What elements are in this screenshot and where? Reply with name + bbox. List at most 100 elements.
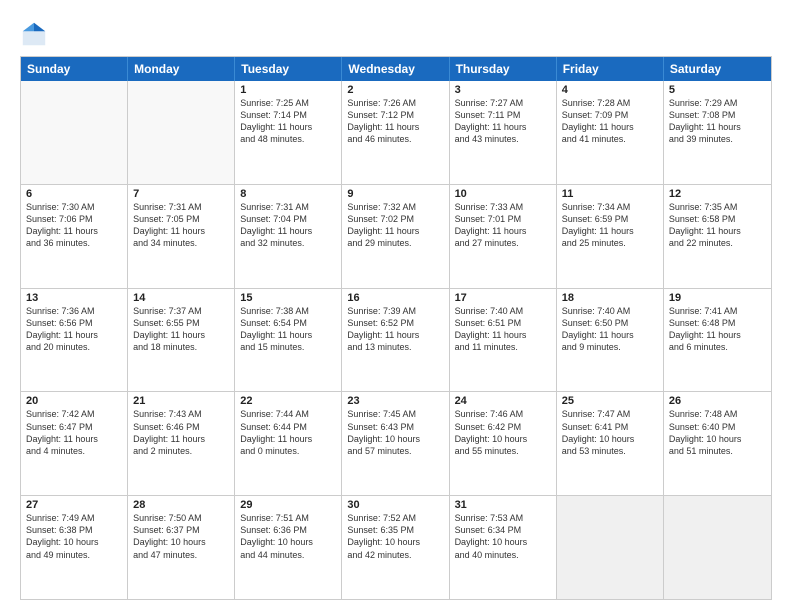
day-number: 5 xyxy=(669,84,766,96)
day-number: 2 xyxy=(347,84,443,96)
cell-info: Sunrise: 7:48 AM Sunset: 6:40 PM Dayligh… xyxy=(669,408,766,457)
day-number: 23 xyxy=(347,395,443,407)
calendar-cell: 17Sunrise: 7:40 AM Sunset: 6:51 PM Dayli… xyxy=(450,289,557,392)
cell-info: Sunrise: 7:53 AM Sunset: 6:34 PM Dayligh… xyxy=(455,512,551,561)
calendar-cell: 9Sunrise: 7:32 AM Sunset: 7:02 PM Daylig… xyxy=(342,185,449,288)
cell-info: Sunrise: 7:35 AM Sunset: 6:58 PM Dayligh… xyxy=(669,201,766,250)
cell-info: Sunrise: 7:33 AM Sunset: 7:01 PM Dayligh… xyxy=(455,201,551,250)
cell-info: Sunrise: 7:43 AM Sunset: 6:46 PM Dayligh… xyxy=(133,408,229,457)
calendar-row: 1Sunrise: 7:25 AM Sunset: 7:14 PM Daylig… xyxy=(21,81,771,184)
cell-info: Sunrise: 7:39 AM Sunset: 6:52 PM Dayligh… xyxy=(347,305,443,354)
calendar-cell: 2Sunrise: 7:26 AM Sunset: 7:12 PM Daylig… xyxy=(342,81,449,184)
calendar-cell: 29Sunrise: 7:51 AM Sunset: 6:36 PM Dayli… xyxy=(235,496,342,599)
calendar-cell: 28Sunrise: 7:50 AM Sunset: 6:37 PM Dayli… xyxy=(128,496,235,599)
cell-info: Sunrise: 7:31 AM Sunset: 7:04 PM Dayligh… xyxy=(240,201,336,250)
day-number: 15 xyxy=(240,292,336,304)
calendar-row: 6Sunrise: 7:30 AM Sunset: 7:06 PM Daylig… xyxy=(21,184,771,288)
day-number: 11 xyxy=(562,188,658,200)
cell-info: Sunrise: 7:38 AM Sunset: 6:54 PM Dayligh… xyxy=(240,305,336,354)
day-number: 14 xyxy=(133,292,229,304)
calendar-row: 20Sunrise: 7:42 AM Sunset: 6:47 PM Dayli… xyxy=(21,391,771,495)
calendar-cell: 15Sunrise: 7:38 AM Sunset: 6:54 PM Dayli… xyxy=(235,289,342,392)
cell-info: Sunrise: 7:31 AM Sunset: 7:05 PM Dayligh… xyxy=(133,201,229,250)
header-cell-sunday: Sunday xyxy=(21,57,128,81)
cell-info: Sunrise: 7:51 AM Sunset: 6:36 PM Dayligh… xyxy=(240,512,336,561)
day-number: 17 xyxy=(455,292,551,304)
calendar-cell: 13Sunrise: 7:36 AM Sunset: 6:56 PM Dayli… xyxy=(21,289,128,392)
day-number: 31 xyxy=(455,499,551,511)
day-number: 8 xyxy=(240,188,336,200)
calendar-cell xyxy=(664,496,771,599)
cell-info: Sunrise: 7:45 AM Sunset: 6:43 PM Dayligh… xyxy=(347,408,443,457)
day-number: 29 xyxy=(240,499,336,511)
cell-info: Sunrise: 7:52 AM Sunset: 6:35 PM Dayligh… xyxy=(347,512,443,561)
cell-info: Sunrise: 7:41 AM Sunset: 6:48 PM Dayligh… xyxy=(669,305,766,354)
cell-info: Sunrise: 7:46 AM Sunset: 6:42 PM Dayligh… xyxy=(455,408,551,457)
day-number: 16 xyxy=(347,292,443,304)
calendar-cell: 19Sunrise: 7:41 AM Sunset: 6:48 PM Dayli… xyxy=(664,289,771,392)
day-number: 13 xyxy=(26,292,122,304)
calendar-cell: 25Sunrise: 7:47 AM Sunset: 6:41 PM Dayli… xyxy=(557,392,664,495)
day-number: 25 xyxy=(562,395,658,407)
cell-info: Sunrise: 7:29 AM Sunset: 7:08 PM Dayligh… xyxy=(669,97,766,146)
calendar-header: SundayMondayTuesdayWednesdayThursdayFrid… xyxy=(21,57,771,81)
day-number: 3 xyxy=(455,84,551,96)
calendar-cell: 7Sunrise: 7:31 AM Sunset: 7:05 PM Daylig… xyxy=(128,185,235,288)
day-number: 1 xyxy=(240,84,336,96)
cell-info: Sunrise: 7:47 AM Sunset: 6:41 PM Dayligh… xyxy=(562,408,658,457)
day-number: 19 xyxy=(669,292,766,304)
calendar-cell: 22Sunrise: 7:44 AM Sunset: 6:44 PM Dayli… xyxy=(235,392,342,495)
cell-info: Sunrise: 7:26 AM Sunset: 7:12 PM Dayligh… xyxy=(347,97,443,146)
calendar-cell xyxy=(128,81,235,184)
logo xyxy=(20,20,52,48)
cell-info: Sunrise: 7:44 AM Sunset: 6:44 PM Dayligh… xyxy=(240,408,336,457)
calendar-cell: 6Sunrise: 7:30 AM Sunset: 7:06 PM Daylig… xyxy=(21,185,128,288)
calendar-row: 27Sunrise: 7:49 AM Sunset: 6:38 PM Dayli… xyxy=(21,495,771,599)
calendar-cell: 14Sunrise: 7:37 AM Sunset: 6:55 PM Dayli… xyxy=(128,289,235,392)
header-cell-monday: Monday xyxy=(128,57,235,81)
calendar-body: 1Sunrise: 7:25 AM Sunset: 7:14 PM Daylig… xyxy=(21,81,771,599)
day-number: 4 xyxy=(562,84,658,96)
day-number: 26 xyxy=(669,395,766,407)
calendar-cell: 24Sunrise: 7:46 AM Sunset: 6:42 PM Dayli… xyxy=(450,392,557,495)
calendar-cell: 1Sunrise: 7:25 AM Sunset: 7:14 PM Daylig… xyxy=(235,81,342,184)
cell-info: Sunrise: 7:34 AM Sunset: 6:59 PM Dayligh… xyxy=(562,201,658,250)
day-number: 24 xyxy=(455,395,551,407)
header-cell-tuesday: Tuesday xyxy=(235,57,342,81)
cell-info: Sunrise: 7:37 AM Sunset: 6:55 PM Dayligh… xyxy=(133,305,229,354)
header-cell-saturday: Saturday xyxy=(664,57,771,81)
day-number: 27 xyxy=(26,499,122,511)
cell-info: Sunrise: 7:32 AM Sunset: 7:02 PM Dayligh… xyxy=(347,201,443,250)
day-number: 18 xyxy=(562,292,658,304)
calendar-cell: 16Sunrise: 7:39 AM Sunset: 6:52 PM Dayli… xyxy=(342,289,449,392)
calendar-cell: 11Sunrise: 7:34 AM Sunset: 6:59 PM Dayli… xyxy=(557,185,664,288)
calendar-row: 13Sunrise: 7:36 AM Sunset: 6:56 PM Dayli… xyxy=(21,288,771,392)
cell-info: Sunrise: 7:36 AM Sunset: 6:56 PM Dayligh… xyxy=(26,305,122,354)
calendar-cell: 18Sunrise: 7:40 AM Sunset: 6:50 PM Dayli… xyxy=(557,289,664,392)
calendar-cell: 27Sunrise: 7:49 AM Sunset: 6:38 PM Dayli… xyxy=(21,496,128,599)
header-cell-friday: Friday xyxy=(557,57,664,81)
calendar-cell: 23Sunrise: 7:45 AM Sunset: 6:43 PM Dayli… xyxy=(342,392,449,495)
calendar-cell: 26Sunrise: 7:48 AM Sunset: 6:40 PM Dayli… xyxy=(664,392,771,495)
calendar-cell: 10Sunrise: 7:33 AM Sunset: 7:01 PM Dayli… xyxy=(450,185,557,288)
cell-info: Sunrise: 7:40 AM Sunset: 6:51 PM Dayligh… xyxy=(455,305,551,354)
cell-info: Sunrise: 7:49 AM Sunset: 6:38 PM Dayligh… xyxy=(26,512,122,561)
day-number: 22 xyxy=(240,395,336,407)
calendar-cell: 20Sunrise: 7:42 AM Sunset: 6:47 PM Dayli… xyxy=(21,392,128,495)
cell-info: Sunrise: 7:27 AM Sunset: 7:11 PM Dayligh… xyxy=(455,97,551,146)
calendar-cell xyxy=(557,496,664,599)
day-number: 20 xyxy=(26,395,122,407)
header xyxy=(20,16,772,48)
calendar-cell: 4Sunrise: 7:28 AM Sunset: 7:09 PM Daylig… xyxy=(557,81,664,184)
logo-icon xyxy=(20,20,48,48)
cell-info: Sunrise: 7:40 AM Sunset: 6:50 PM Dayligh… xyxy=(562,305,658,354)
calendar-cell: 21Sunrise: 7:43 AM Sunset: 6:46 PM Dayli… xyxy=(128,392,235,495)
header-cell-wednesday: Wednesday xyxy=(342,57,449,81)
page: SundayMondayTuesdayWednesdayThursdayFrid… xyxy=(0,0,792,612)
calendar-cell: 30Sunrise: 7:52 AM Sunset: 6:35 PM Dayli… xyxy=(342,496,449,599)
cell-info: Sunrise: 7:50 AM Sunset: 6:37 PM Dayligh… xyxy=(133,512,229,561)
calendar-cell: 31Sunrise: 7:53 AM Sunset: 6:34 PM Dayli… xyxy=(450,496,557,599)
day-number: 7 xyxy=(133,188,229,200)
day-number: 28 xyxy=(133,499,229,511)
day-number: 21 xyxy=(133,395,229,407)
